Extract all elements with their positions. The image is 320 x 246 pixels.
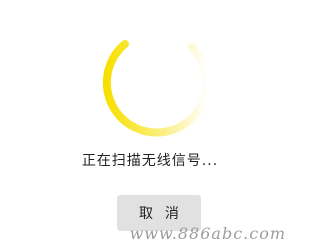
- scan-dialog: 正在扫描无线信号... 取 消 www.886abc.com: [0, 0, 300, 246]
- scanning-status-text: 正在扫描无线信号...: [81, 153, 219, 169]
- watermark-text: www.886abc.com: [129, 224, 286, 243]
- loading-spinner-icon: [102, 40, 211, 137]
